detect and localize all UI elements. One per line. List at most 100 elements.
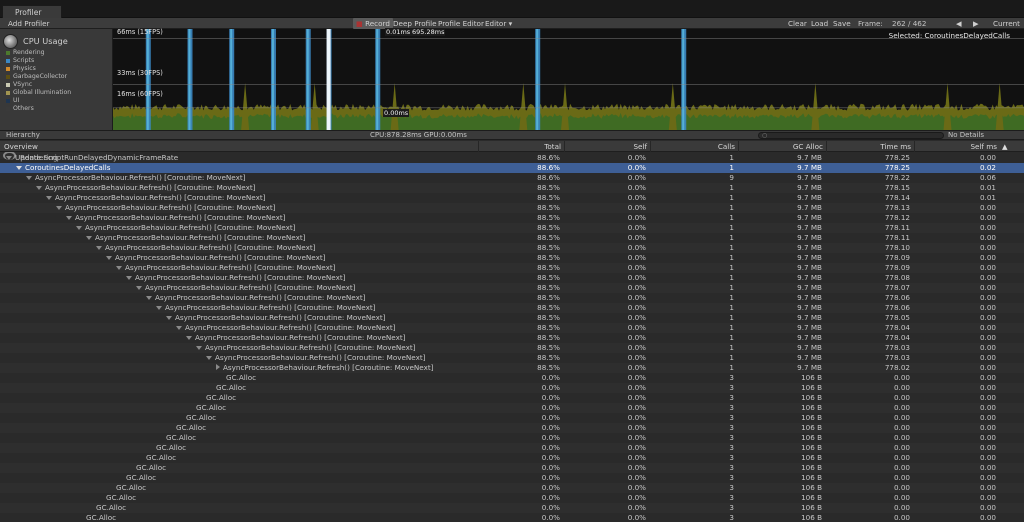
- editor-dropdown[interactable]: Editor ▾: [482, 18, 515, 29]
- expand-arrow-icon[interactable]: [216, 364, 220, 370]
- collapse-arrow-icon[interactable]: [186, 336, 192, 340]
- hierarchy-row[interactable]: AsyncProcessorBehaviour.Refresh() [Corou…: [0, 183, 1024, 193]
- collapse-arrow-icon[interactable]: [126, 276, 132, 280]
- legend-item[interactable]: Others: [6, 105, 71, 113]
- cpu-usage-graph[interactable]: [113, 29, 1024, 130]
- row-gc: 9.7 MB: [797, 193, 822, 202]
- hierarchy-row[interactable]: GC.Alloc 0.0% 0.0% 3 106 B 0.00 0.00: [0, 373, 1024, 383]
- hierarchy-row[interactable]: AsyncProcessorBehaviour.Refresh() [Corou…: [0, 213, 1024, 223]
- view-mode-dropdown[interactable]: Hierarchy: [6, 131, 40, 140]
- clear-button[interactable]: Clear: [785, 18, 810, 29]
- hierarchy-row[interactable]: AsyncProcessorBehaviour.Refresh() [Corou…: [0, 173, 1024, 183]
- row-calls: 3: [729, 373, 734, 382]
- collapse-arrow-icon[interactable]: [146, 296, 152, 300]
- profiler-tab[interactable]: Profiler: [2, 5, 62, 18]
- hierarchy-row[interactable]: AsyncProcessorBehaviour.Refresh() [Corou…: [0, 223, 1024, 233]
- collapse-arrow-icon[interactable]: [166, 316, 172, 320]
- collapse-arrow-icon[interactable]: [176, 326, 182, 330]
- row-calls: 3: [729, 403, 734, 412]
- row-name: GC.Alloc: [86, 513, 116, 522]
- hierarchy-row[interactable]: AsyncProcessorBehaviour.Refresh() [Corou…: [0, 313, 1024, 323]
- hierarchy-row[interactable]: AsyncProcessorBehaviour.Refresh() [Corou…: [0, 363, 1024, 373]
- sort-ascending-icon[interactable]: ▲: [1002, 141, 1008, 152]
- load-button[interactable]: Load: [808, 18, 831, 29]
- hierarchy-row[interactable]: GC.Alloc 0.0% 0.0% 3 106 B 0.00 0.00: [0, 453, 1024, 463]
- hierarchy-row[interactable]: GC.Alloc 0.0% 0.0% 3 106 B 0.00 0.00: [0, 483, 1024, 493]
- hierarchy-row[interactable]: Update.ScriptRunDelayedDynamicFrameRate 8…: [0, 153, 1024, 163]
- hierarchy-row[interactable]: AsyncProcessorBehaviour.Refresh() [Corou…: [0, 263, 1024, 273]
- cpu-usage-chart[interactable]: 66ms (15FPS) 33ms (30FPS) 16ms (60FPS) S…: [113, 28, 1024, 130]
- hierarchy-row[interactable]: GC.Alloc 0.0% 0.0% 3 106 B 0.00 0.00: [0, 463, 1024, 473]
- hierarchy-row[interactable]: AsyncProcessorBehaviour.Refresh() [Corou…: [0, 343, 1024, 353]
- hierarchy-row[interactable]: GC.Alloc 0.0% 0.0% 3 106 B 0.00 0.00: [0, 403, 1024, 413]
- profiler-tab-label: Profiler: [15, 8, 42, 17]
- collapse-arrow-icon[interactable]: [156, 306, 162, 310]
- legend-item[interactable]: UI: [6, 97, 71, 105]
- collapse-arrow-icon[interactable]: [96, 246, 102, 250]
- collapse-arrow-icon[interactable]: [26, 176, 32, 180]
- save-button[interactable]: Save: [830, 18, 854, 29]
- cpu-usage-module[interactable]: CPU Usage: [3, 32, 68, 50]
- legend-item[interactable]: Scripts: [6, 57, 71, 65]
- hierarchy-row[interactable]: GC.Alloc 0.0% 0.0% 3 106 B 0.00 0.00: [0, 423, 1024, 433]
- column-time-ms[interactable]: Time ms: [826, 141, 914, 152]
- collapse-arrow-icon[interactable]: [116, 266, 122, 270]
- hierarchy-row[interactable]: GC.Alloc 0.0% 0.0% 3 106 B 0.00 0.00: [0, 413, 1024, 423]
- legend-item[interactable]: Physics: [6, 65, 71, 73]
- collapse-arrow-icon[interactable]: [66, 216, 72, 220]
- hierarchy-row[interactable]: CoroutinesDelayedCalls 88.6% 0.0% 1 9.7 MB 77…: [0, 163, 1024, 173]
- details-dropdown[interactable]: No Details: [948, 131, 984, 140]
- hierarchy-row[interactable]: AsyncProcessorBehaviour.Refresh() [Corou…: [0, 193, 1024, 203]
- column-overview[interactable]: Overview: [0, 141, 478, 152]
- hierarchy-row[interactable]: AsyncProcessorBehaviour.Refresh() [Corou…: [0, 303, 1024, 313]
- legend-item[interactable]: VSync: [6, 81, 71, 89]
- hierarchy-row[interactable]: AsyncProcessorBehaviour.Refresh() [Corou…: [0, 233, 1024, 243]
- hierarchy-row[interactable]: GC.Alloc 0.0% 0.0% 3 106 B 0.00 0.00: [0, 473, 1024, 483]
- collapse-arrow-icon[interactable]: [206, 356, 212, 360]
- column-gc-alloc[interactable]: GC Alloc: [738, 141, 826, 152]
- hierarchy-row[interactable]: AsyncProcessorBehaviour.Refresh() [Corou…: [0, 203, 1024, 213]
- hierarchy-row[interactable]: AsyncProcessorBehaviour.Refresh() [Corou…: [0, 283, 1024, 293]
- legend-item[interactable]: Global Illumination: [6, 89, 71, 97]
- legend-item[interactable]: GarbageCollector: [6, 73, 71, 81]
- hierarchy-row[interactable]: GC.Alloc 0.0% 0.0% 3 106 B 0.00 0.00: [0, 443, 1024, 453]
- hierarchy-row[interactable]: GC.Alloc 0.0% 0.0% 3 106 B 0.00 0.00: [0, 383, 1024, 393]
- collapse-arrow-icon[interactable]: [86, 236, 92, 240]
- current-frame-button[interactable]: Current: [990, 18, 1023, 29]
- column-total[interactable]: Total: [478, 141, 564, 152]
- row-self: 0.0%: [627, 163, 646, 172]
- row-selfms: 0.00: [979, 363, 996, 372]
- hierarchy-row[interactable]: AsyncProcessorBehaviour.Refresh() [Corou…: [0, 273, 1024, 283]
- row-time: 0.00: [893, 423, 910, 432]
- collapse-arrow-icon[interactable]: [36, 186, 42, 190]
- hierarchy-row[interactable]: GC.Alloc 0.0% 0.0% 3 106 B 0.00 0.00: [0, 393, 1024, 403]
- collapse-arrow-icon[interactable]: [196, 346, 202, 350]
- hierarchy-row[interactable]: AsyncProcessorBehaviour.Refresh() [Corou…: [0, 293, 1024, 303]
- hierarchy-row[interactable]: GC.Alloc 0.0% 0.0% 3 106 B 0.00 0.00: [0, 433, 1024, 443]
- collapse-arrow-icon[interactable]: [16, 166, 22, 170]
- collapse-arrow-icon[interactable]: [6, 156, 12, 160]
- hierarchy-row[interactable]: AsyncProcessorBehaviour.Refresh() [Corou…: [0, 353, 1024, 363]
- column-self-ms[interactable]: Self ms: [914, 141, 1000, 152]
- hierarchy-list[interactable]: Update.ScriptRunDelayedDynamicFrameRate 8…: [0, 153, 1024, 522]
- column-self[interactable]: Self: [564, 141, 650, 152]
- collapse-arrow-icon[interactable]: [56, 206, 62, 210]
- row-label: GC.Alloc: [156, 443, 187, 452]
- add-profiler-dropdown[interactable]: Add Profiler: [5, 18, 53, 29]
- hierarchy-row[interactable]: GC.Alloc 0.0% 0.0% 3 106 B 0.00 0.00: [0, 513, 1024, 522]
- hierarchy-row[interactable]: GC.Alloc 0.0% 0.0% 3 106 B 0.00 0.00: [0, 493, 1024, 503]
- hierarchy-row[interactable]: AsyncProcessorBehaviour.Refresh() [Corou…: [0, 333, 1024, 343]
- legend-item[interactable]: Rendering: [6, 49, 71, 57]
- next-frame-icon[interactable]: ▶: [970, 18, 982, 29]
- collapse-arrow-icon[interactable]: [76, 226, 82, 230]
- collapse-arrow-icon[interactable]: [106, 256, 112, 260]
- hierarchy-row[interactable]: AsyncProcessorBehaviour.Refresh() [Corou…: [0, 323, 1024, 333]
- hierarchy-row[interactable]: GC.Alloc 0.0% 0.0% 3 106 B 0.00 0.00: [0, 503, 1024, 513]
- collapse-arrow-icon[interactable]: [46, 196, 52, 200]
- collapse-arrow-icon[interactable]: [136, 286, 142, 290]
- search-input[interactable]: ○: [758, 132, 944, 139]
- column-calls[interactable]: Calls: [650, 141, 738, 152]
- hierarchy-row[interactable]: AsyncProcessorBehaviour.Refresh() [Corou…: [0, 253, 1024, 263]
- hierarchy-row[interactable]: AsyncProcessorBehaviour.Refresh() [Corou…: [0, 243, 1024, 253]
- prev-frame-icon[interactable]: ◀: [953, 18, 965, 29]
